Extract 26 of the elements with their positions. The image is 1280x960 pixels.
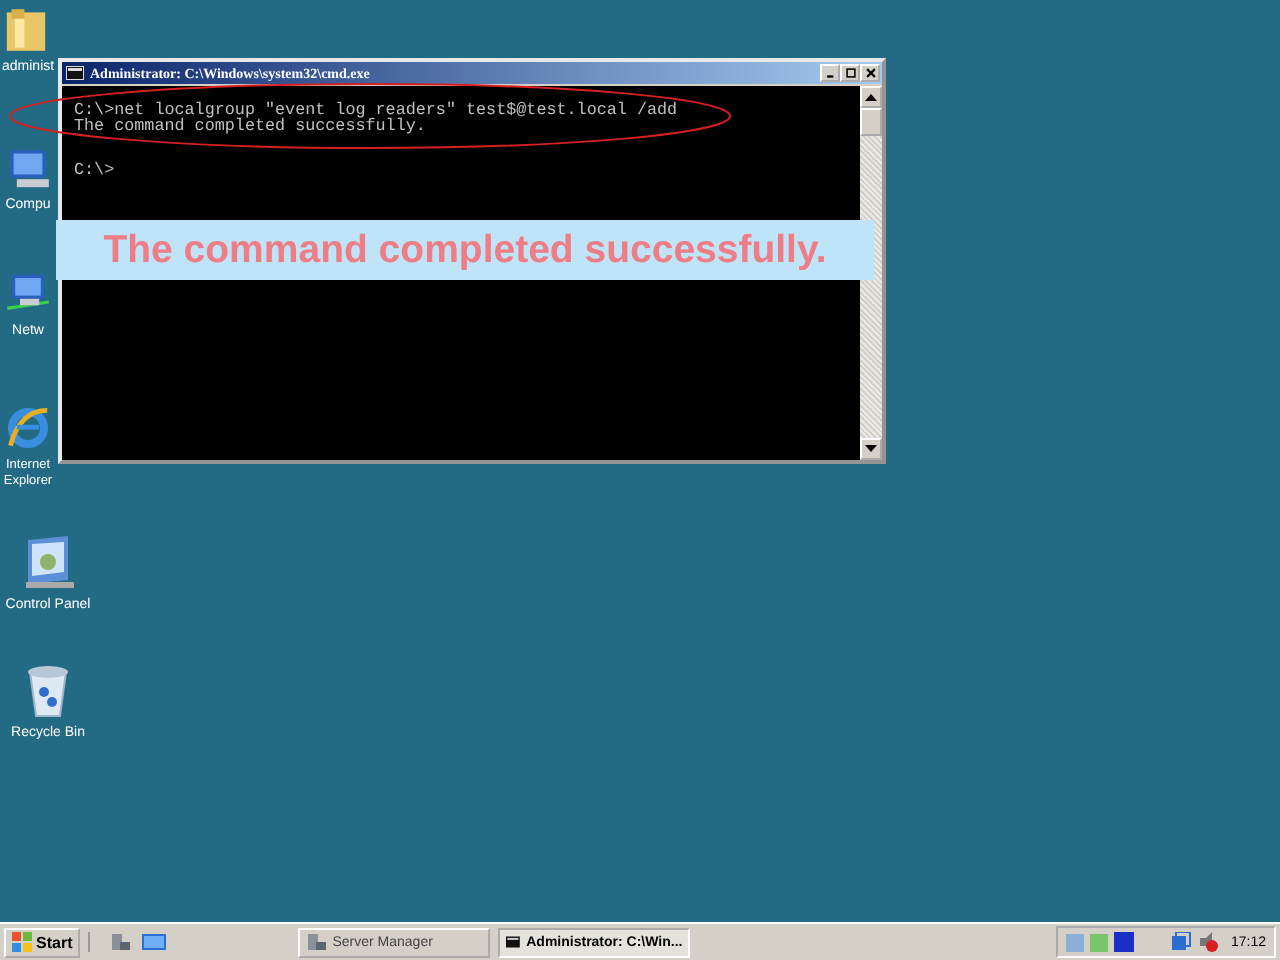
scroll-down-button[interactable] xyxy=(860,438,882,460)
down-arrow-icon xyxy=(864,444,878,454)
minimize-button[interactable] xyxy=(820,64,840,82)
console-line: The command completed successfully. xyxy=(74,118,428,134)
start-button[interactable]: Start xyxy=(4,927,81,957)
scroll-thumb[interactable] xyxy=(860,108,882,136)
console-line: C:\>net localgroup "event log readers" test$@test.local /add xyxy=(74,102,680,118)
computer-icon[interactable] xyxy=(4,144,52,192)
console-icon xyxy=(66,66,84,80)
windows-logo-icon xyxy=(12,932,32,952)
up-arrow-icon xyxy=(864,92,878,102)
console-icon xyxy=(506,932,521,952)
network-volume-icon[interactable] xyxy=(1170,932,1219,952)
close-button[interactable] xyxy=(860,64,880,82)
scroll-up-button[interactable] xyxy=(860,86,882,108)
close-icon xyxy=(863,66,877,80)
maximize-icon xyxy=(843,66,857,80)
maximize-button[interactable] xyxy=(840,64,860,82)
callout-banner: The command completed successfully. xyxy=(56,220,874,280)
server-icon[interactable] xyxy=(110,932,131,952)
scrollbar[interactable] xyxy=(860,86,882,460)
console-line: C:\> xyxy=(74,162,117,178)
browser-icon[interactable] xyxy=(4,404,52,452)
desktop-icon[interactable] xyxy=(142,932,167,952)
server-icon xyxy=(306,932,327,952)
folder-icon[interactable] xyxy=(2,6,50,54)
